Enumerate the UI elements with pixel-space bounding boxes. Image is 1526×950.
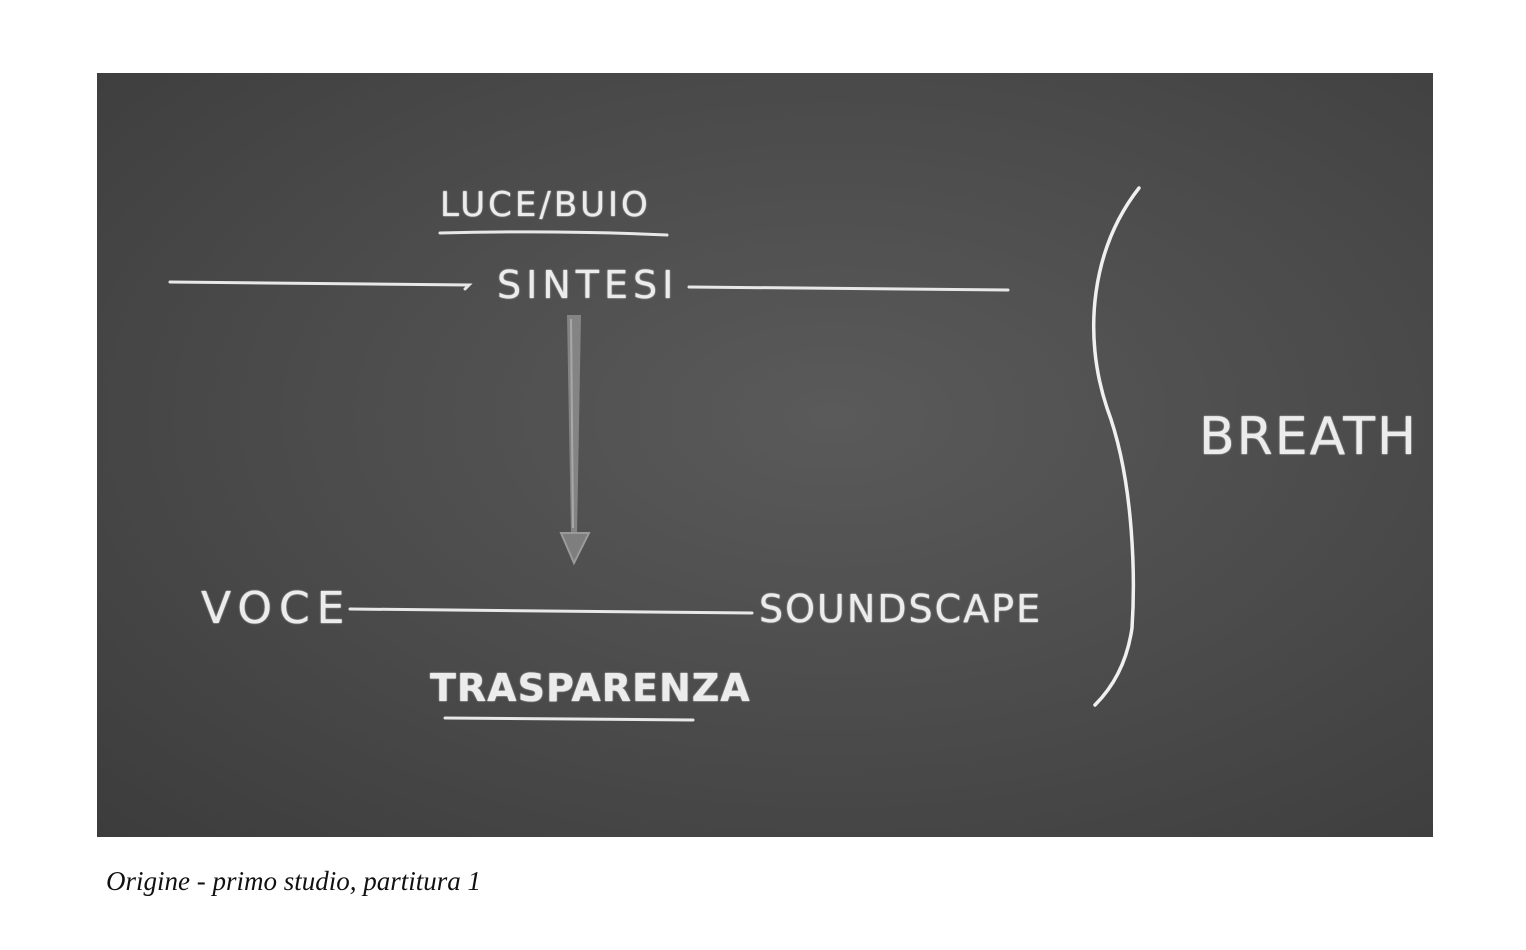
figure-caption: Origine - primo studio, partitura 1: [106, 866, 482, 896]
chalkboard-photo: LUCE/BUIO SINTESI VOCE SOUNDSCAPE TRASPA…: [97, 73, 1433, 837]
sintesi-right-line: [687, 285, 1010, 292]
luce-buio-underline: [438, 230, 669, 237]
trasparenza-underline: [443, 716, 695, 722]
voce-soundscape-line: [348, 607, 754, 615]
luce-buio-label: LUCE/BUIO: [440, 185, 651, 225]
sintesi-left-line: [168, 280, 473, 291]
arrow-shaft: [567, 315, 581, 535]
large-brace: [1091, 186, 1141, 707]
trasparenza-label: TRASPARENZA: [430, 666, 751, 710]
breath-label: BREATH: [1199, 407, 1419, 467]
voce-label: VOCE: [201, 583, 352, 634]
soundscape-label: SOUNDSCAPE: [759, 587, 1043, 631]
sintesi-label: SINTESI: [497, 263, 679, 307]
arrow-head: [559, 532, 591, 566]
